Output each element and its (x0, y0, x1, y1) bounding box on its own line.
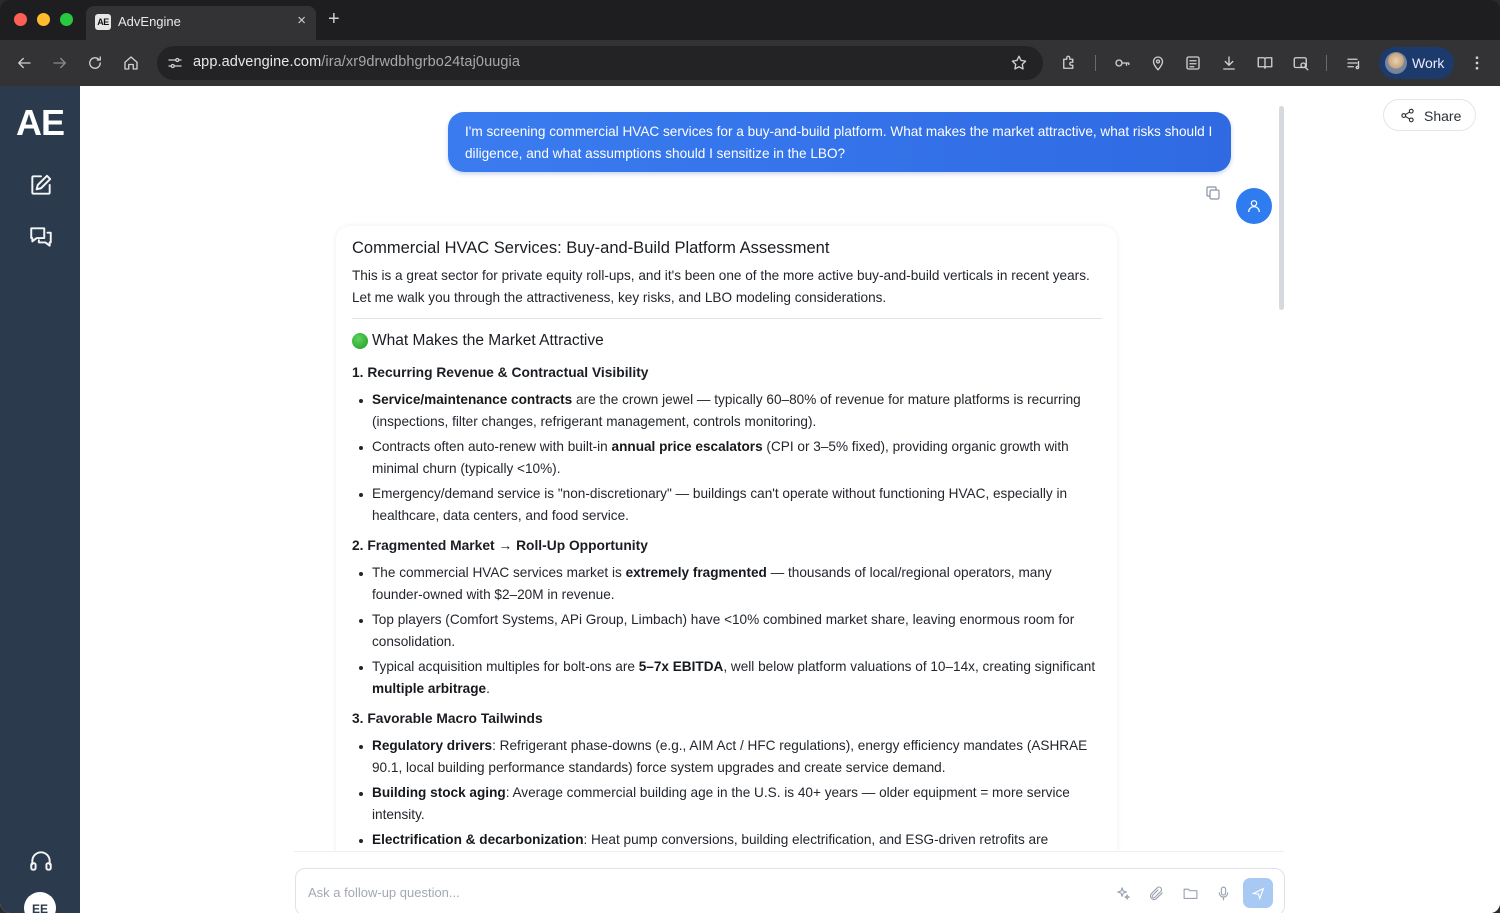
text: . (486, 681, 490, 696)
sparkle-icon[interactable] (1115, 885, 1132, 902)
reply-title: Commercial HVAC Services: Buy-and-Build … (352, 239, 830, 257)
browser-tab[interactable]: AE AdvEngine × (86, 6, 316, 40)
reload-icon[interactable] (85, 53, 105, 73)
assistant-reply: Commercial HVAC Services: Buy-and-Build … (336, 226, 1117, 913)
tab-title: AdvEngine (118, 14, 181, 29)
new-chat-edit-icon[interactable] (28, 172, 54, 198)
reader-mode-icon[interactable] (1255, 53, 1275, 73)
tab-favicon-icon: AE (95, 14, 111, 30)
support-headset-icon[interactable] (28, 848, 54, 874)
list-item: Contracts often auto-renew with built-in… (352, 436, 1102, 480)
composer: Ask a follow-up question... (295, 868, 1285, 913)
share-button[interactable]: Share (1383, 99, 1476, 131)
bullet-list: Service/maintenance contracts are the cr… (352, 389, 1102, 527)
bold-text: multiple arbitrage (372, 681, 487, 696)
send-icon (1251, 886, 1265, 900)
share-label: Share (1424, 108, 1462, 124)
toolbar-divider (1326, 55, 1327, 71)
browser-menu-icon[interactable] (1467, 53, 1487, 73)
bold-text: Service/maintenance contracts (372, 392, 573, 407)
sidebar: AE EE (0, 86, 80, 913)
copy-icon[interactable] (1204, 184, 1222, 202)
subsection-heading: 1. Recurring Revenue & Contractual Visib… (352, 365, 649, 380)
profile-button[interactable]: Work (1379, 47, 1454, 79)
app-root: AE EE Share I'm screening commercial HVA… (0, 86, 1500, 913)
text: The commercial HVAC services market is (372, 565, 626, 580)
conversations-chat-icon[interactable] (28, 224, 54, 250)
tab-bar: AE AdvEngine × + (0, 0, 1500, 40)
green-circle-icon (352, 333, 368, 349)
maximize-window-button[interactable] (60, 13, 73, 26)
lens-search-icon[interactable] (1291, 53, 1311, 73)
text: : Heat pump conversions, building electr… (583, 832, 1049, 847)
back-icon[interactable] (14, 53, 34, 73)
media-queue-icon[interactable] (1344, 53, 1364, 73)
folder-icon[interactable] (1182, 885, 1199, 902)
text: , well below platform valuations of 10–1… (723, 659, 1096, 674)
bookmark-star-icon[interactable] (1009, 53, 1029, 73)
reading-list-icon[interactable] (1183, 53, 1203, 73)
list-item: Regulatory drivers: Refrigerant phase-do… (352, 735, 1102, 779)
forward-icon[interactable] (50, 53, 70, 73)
list-item: Typical acquisition multiples for bolt-o… (352, 656, 1102, 700)
chat-main: Share I'm screening commercial HVAC serv… (80, 86, 1500, 913)
microphone-icon[interactable] (1215, 885, 1232, 902)
address-bar[interactable]: app.advengine.com/ira/xr9drwdbhgrbo24taj… (157, 46, 1043, 80)
attach-paperclip-icon[interactable] (1148, 885, 1165, 902)
text: Top players (Comfort Systems, APi Group,… (372, 612, 1075, 649)
person-icon (1248, 200, 1260, 213)
send-button[interactable] (1243, 878, 1273, 908)
list-item: Building stock aging: Average commercial… (352, 782, 1102, 826)
text: Emergency/demand service is "non-discret… (372, 486, 1068, 523)
bold-text: 5–7x EBITDA (638, 659, 724, 674)
list-item: Top players (Comfort Systems, APi Group,… (352, 609, 1102, 653)
bold-text: Building stock aging (372, 785, 506, 800)
profile-avatar (1385, 52, 1407, 74)
bold-text: extremely fragmented (625, 565, 767, 580)
bullet-list: The commercial HVAC services market is e… (352, 562, 1102, 700)
extensions-icon[interactable] (1059, 53, 1079, 73)
list-item: The commercial HVAC services market is e… (352, 562, 1102, 606)
reply-intro: This is a great sector for private equit… (352, 265, 1102, 319)
site-settings-icon[interactable] (165, 53, 185, 73)
url-host: app.advengine.com (193, 54, 322, 70)
section-title: What Makes the Market Attractive (352, 331, 1102, 351)
bullet-list: Regulatory drivers: Refrigerant phase-do… (352, 735, 1102, 851)
profile-label: Work (1412, 55, 1445, 71)
user-message-bubble: I'm screening commercial HVAC services f… (448, 112, 1231, 172)
section-title-text: What Makes the Market Attractive (372, 332, 604, 349)
subsection-heading: 2. Fragmented Market → Roll-Up Opportuni… (352, 538, 648, 553)
tab-close-icon[interactable]: × (297, 12, 306, 29)
location-pin-icon[interactable] (1148, 53, 1168, 73)
chat-scrollbar[interactable] (1279, 106, 1284, 310)
download-icon[interactable] (1219, 53, 1239, 73)
bold-text: annual price escalators (611, 439, 763, 454)
toolbar-divider (1095, 55, 1096, 71)
home-icon[interactable] (121, 53, 141, 73)
url-text: app.advengine.com/ira/xr9drwdbhgrbo24taj… (193, 54, 520, 70)
share-icon (1401, 108, 1414, 123)
app-logo[interactable]: AE (0, 102, 80, 144)
list-item: Emergency/demand service is "non-discret… (352, 483, 1102, 527)
subsection-heading: 3. Favorable Macro Tailwinds (352, 711, 543, 726)
browser-window: AE AdvEngine × + app.advengine.com/ira/x… (0, 0, 1500, 913)
follow-up-input[interactable]: Ask a follow-up question... (308, 885, 460, 900)
user-avatar (1236, 188, 1272, 224)
browser-toolbar: app.advengine.com/ira/xr9drwdbhgrbo24taj… (0, 40, 1500, 86)
minimize-window-button[interactable] (37, 13, 50, 26)
bold-text: Regulatory drivers (372, 738, 493, 753)
text: Contracts often auto-renew with built-in (372, 439, 612, 454)
list-item: Service/maintenance contracts are the cr… (352, 389, 1102, 433)
bold-text: Electrification & decarbonization (372, 832, 584, 847)
new-tab-button[interactable]: + (328, 8, 340, 30)
close-window-button[interactable] (14, 13, 27, 26)
password-key-icon[interactable] (1112, 53, 1132, 73)
text: Typical acquisition multiples for bolt-o… (372, 659, 639, 674)
user-avatar-badge[interactable]: EE (24, 892, 56, 913)
list-item: Electrification & decarbonization: Heat … (352, 829, 1102, 851)
url-path: /ira/xr9drwdbhgrbo24taj0uugia (321, 54, 521, 70)
